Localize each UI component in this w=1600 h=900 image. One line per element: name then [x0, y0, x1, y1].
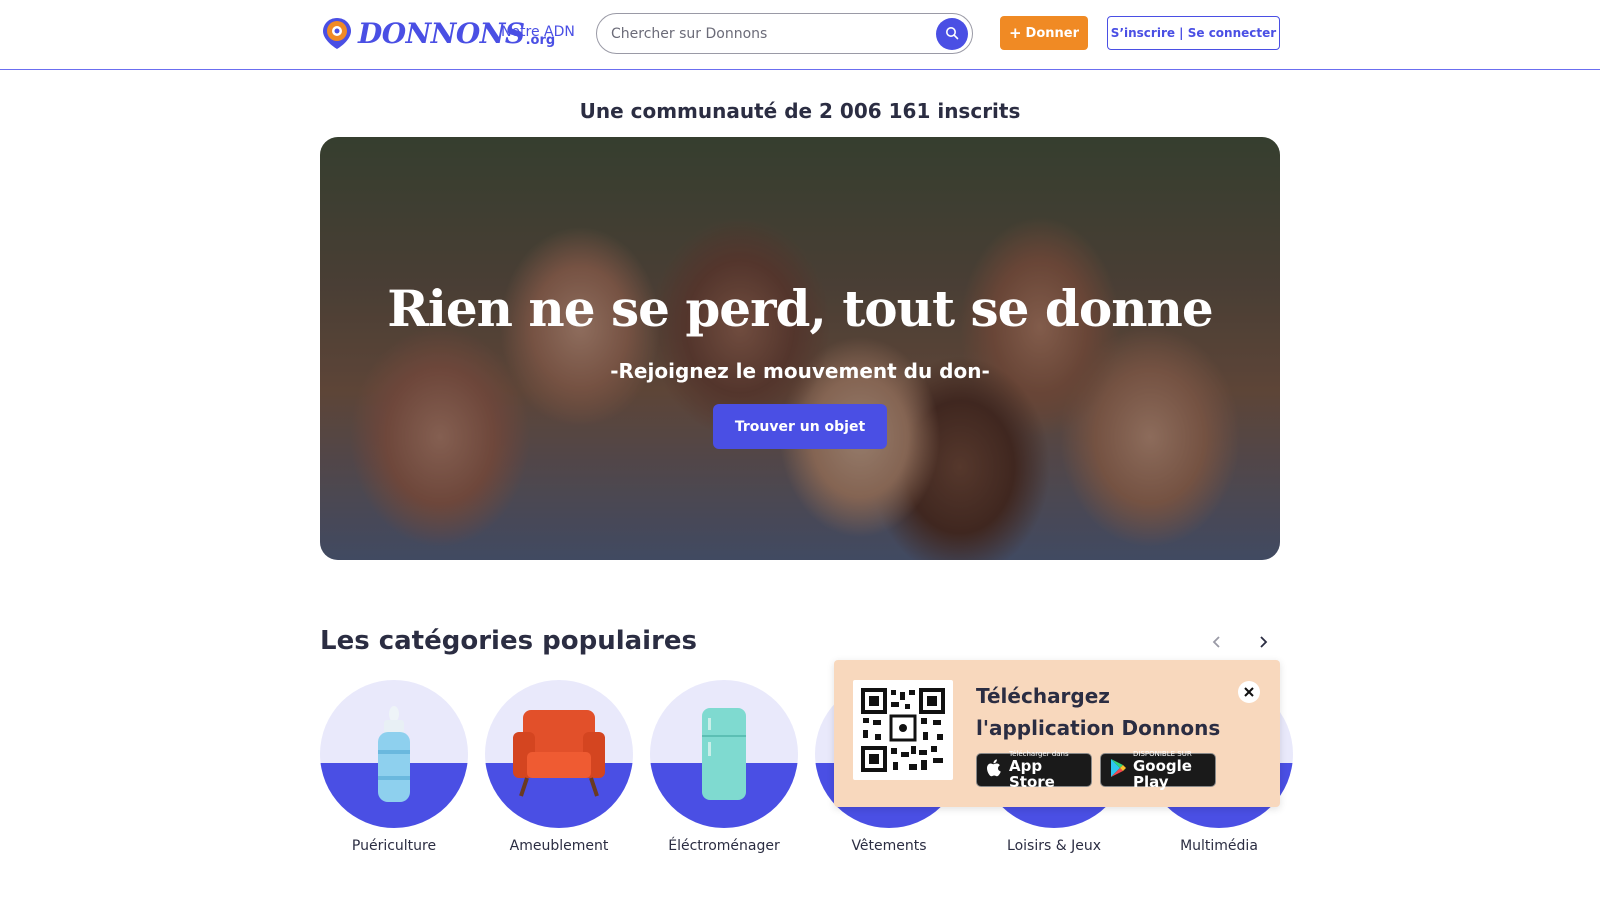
category-label: Multimédia: [1180, 838, 1258, 854]
category-electromenager[interactable]: Éléctroménager: [650, 680, 798, 854]
community-count: Une communauté de 2 006 161 inscrits: [579, 99, 1021, 123]
app-download-popup: Téléchargez l'application Donnons Téléch…: [834, 660, 1280, 807]
armchair-icon: [513, 710, 605, 797]
app-store-button[interactable]: Télécharger dans App Store: [976, 750, 1092, 791]
find-object-button[interactable]: Trouver un objet: [713, 404, 887, 449]
app-store-big-text: App Store: [1009, 757, 1055, 791]
category-label: Loisirs & Jeux: [1007, 838, 1101, 854]
search-input[interactable]: [611, 23, 921, 45]
category-label: Puériculture: [351, 838, 437, 854]
categories-title: Les catégories populaires: [320, 626, 698, 656]
search-bar: [596, 13, 973, 54]
site-header: DONNONS .org Notre ADN + Donner S’inscri…: [0, 0, 1600, 70]
category-ameublement[interactable]: Ameublement: [485, 680, 633, 854]
search-button[interactable]: [936, 18, 968, 50]
logo-text: DONNONS: [358, 16, 525, 50]
plus-icon: +: [1008, 23, 1022, 42]
chevron-right-icon: [1257, 634, 1269, 653]
google-play-button[interactable]: DISPONIBLE SUR Google Play: [1100, 750, 1216, 791]
qr-code: [853, 680, 953, 780]
donate-button[interactable]: + Donner: [1000, 16, 1088, 50]
baby-bottle-icon: [378, 706, 410, 802]
donate-label: Donner: [1025, 25, 1080, 41]
apple-icon: [985, 758, 1003, 782]
google-play-big-text: Google Play: [1133, 757, 1192, 791]
category-puericulture[interactable]: Puériculture: [320, 680, 468, 854]
hero-banner: Rien ne se perd, tout se donne -Rejoigne…: [320, 137, 1280, 560]
nav-link-notre-adn[interactable]: Notre ADN: [501, 24, 575, 40]
popup-title: Téléchargez l'application Donnons: [976, 684, 1221, 740]
popup-close-button[interactable]: [1238, 681, 1260, 703]
close-icon: [1243, 683, 1255, 702]
fridge-icon: [702, 708, 746, 800]
category-label: Éléctroménager: [668, 838, 780, 854]
category-label: Ameublement: [509, 838, 609, 854]
logo-pin-icon: [320, 16, 354, 50]
hero-subtitle: -Rejoignez le mouvement du don-: [610, 359, 990, 383]
carousel-next-button[interactable]: [1252, 632, 1274, 654]
category-image: [650, 680, 798, 828]
google-play-icon: [1109, 758, 1127, 782]
chevron-left-icon: [1211, 634, 1223, 653]
search-icon: [945, 25, 959, 44]
category-image: [320, 680, 468, 828]
category-image: [485, 680, 633, 828]
carousel-prev-button[interactable]: [1206, 632, 1228, 654]
hero-title: Rien ne se perd, tout se donne: [387, 279, 1213, 338]
login-button[interactable]: S’inscrire | Se connecter: [1107, 16, 1280, 50]
category-label: Vêtements: [851, 838, 927, 854]
